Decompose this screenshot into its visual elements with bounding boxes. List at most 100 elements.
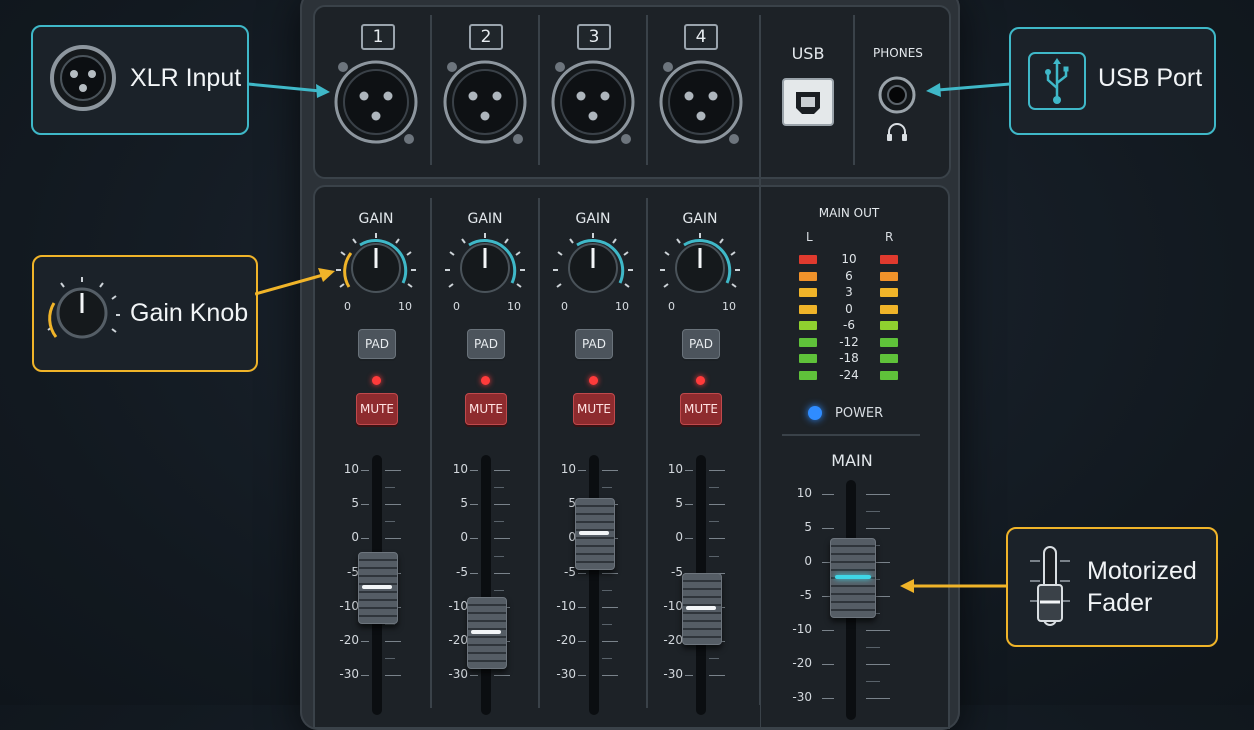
- main-fader-scale-tick: [866, 494, 890, 495]
- mute-button[interactable]: MUTE: [680, 393, 722, 425]
- fader-scale-minor-tick: [602, 658, 612, 660]
- callout-label: Motorized: [1087, 557, 1197, 585]
- pad-button[interactable]: PAD: [467, 329, 505, 359]
- fader-scale-label: 10: [667, 462, 683, 476]
- meter-segment: [880, 288, 898, 297]
- fader-scale-minor-tick: [494, 589, 504, 591]
- channel-fader-cap[interactable]: [467, 596, 507, 669]
- power-label: POWER: [835, 406, 884, 421]
- xlr-input-jack[interactable]: [551, 60, 635, 144]
- main-fader-scale-minor-tick: [866, 647, 880, 648]
- channel-fader-cap[interactable]: [575, 497, 615, 570]
- gain-label: GAIN: [467, 211, 503, 227]
- fader-scale-tick: [385, 470, 401, 471]
- callout-label: XLR Input: [130, 64, 242, 92]
- fader-scale-tick: [709, 675, 725, 677]
- fader-scale-label: 10: [343, 462, 359, 476]
- meter-level-label: 10: [841, 252, 857, 266]
- gain-label: GAIN: [575, 211, 611, 227]
- divider: [430, 15, 432, 165]
- fader-scale-tick: [470, 504, 478, 506]
- gain-min-label: 0: [561, 300, 568, 313]
- usb-b-port-icon[interactable]: [782, 78, 834, 126]
- fader-scale-tick: [578, 572, 586, 574]
- mute-button[interactable]: MUTE: [356, 393, 398, 425]
- main-fader-scale-label: 5: [804, 520, 812, 534]
- meter-level-label: 3: [845, 285, 853, 299]
- fader-scale-tick: [602, 641, 618, 642]
- arrow-icon: [926, 82, 1010, 97]
- divider: [646, 198, 648, 708]
- fader-scale-label: 5: [675, 496, 683, 511]
- mute-button[interactable]: MUTE: [465, 393, 507, 425]
- fader-scale-tick: [709, 470, 725, 471]
- gain-knob[interactable]: [336, 230, 416, 302]
- fader-scale-minor-tick: [709, 658, 719, 660]
- gain-knob[interactable]: [553, 230, 633, 302]
- meter-segment: [880, 255, 898, 264]
- fader-scale-minor-tick: [709, 555, 719, 557]
- divider: [782, 434, 920, 436]
- fader-indicator: [579, 530, 609, 535]
- fader-scale-label: 0: [568, 530, 576, 545]
- gain-knob[interactable]: [660, 230, 740, 302]
- fader-scale-tick: [602, 572, 618, 574]
- mute-led: [696, 376, 705, 385]
- divider: [430, 198, 432, 708]
- fader-scale-tick: [494, 675, 510, 677]
- channel-number: 3: [577, 24, 611, 50]
- meter-level-label: -6: [843, 318, 855, 332]
- fader-indicator: [686, 605, 716, 610]
- main-fader-scale-label: -20: [792, 656, 812, 670]
- meter-segment: [799, 321, 817, 330]
- fader-scale-label: -5: [564, 564, 576, 579]
- phones-jack[interactable]: [878, 76, 916, 114]
- main-fader-scale-label: -5: [800, 588, 812, 602]
- channel-fader-cap[interactable]: [358, 552, 398, 625]
- fader-scale-label: -20: [448, 633, 468, 647]
- main-fader-scale-tick: [822, 664, 834, 665]
- fader-scale-tick: [361, 675, 369, 677]
- fader-scale-minor-tick: [494, 521, 504, 523]
- fader-scale-label: -20: [556, 633, 576, 647]
- gain-knob[interactable]: [445, 230, 525, 302]
- main-fader-scale-label: -10: [792, 622, 812, 636]
- fader-scale-minor-tick: [385, 658, 395, 660]
- fader-scale-tick: [385, 641, 401, 642]
- meter-right-label: R: [885, 230, 894, 244]
- fader-scale-label: 5: [460, 496, 468, 511]
- gain-label: GAIN: [682, 211, 718, 227]
- fader-scale-minor-tick: [602, 623, 612, 625]
- meter-level-label: -12: [839, 334, 859, 349]
- fader-scale-label: -5: [347, 564, 359, 579]
- xlr-input-jack[interactable]: [334, 60, 418, 144]
- arrow-icon: [248, 82, 330, 98]
- main-fader-scale-tick: [866, 528, 890, 529]
- pad-button[interactable]: PAD: [575, 329, 613, 359]
- mute-button[interactable]: MUTE: [573, 393, 615, 425]
- channel-fader-cap[interactable]: [682, 572, 722, 645]
- fader-scale-minor-tick: [385, 623, 395, 625]
- gain-min-label: 0: [344, 300, 351, 313]
- fader-scale-tick: [602, 470, 618, 471]
- fader-scale-minor-tick: [385, 521, 395, 523]
- meter-segment: [799, 271, 817, 281]
- divider: [646, 15, 648, 165]
- pad-button[interactable]: PAD: [358, 329, 396, 359]
- fader-scale-label: 5: [568, 496, 576, 511]
- fader-scale-tick: [578, 470, 586, 471]
- fader-scale-tick: [470, 470, 478, 471]
- fader-scale-label: -30: [556, 667, 576, 682]
- fader-scale-label: -10: [663, 598, 683, 613]
- fader-scale-label: -20: [663, 633, 683, 647]
- main-fader-cap[interactable]: [830, 537, 876, 618]
- main-fader-scale-tick: [866, 664, 890, 665]
- fader-scale-label: 5: [351, 496, 359, 511]
- fader-indicator: [835, 574, 871, 579]
- fader-scale-tick: [685, 538, 693, 540]
- fader-scale-label: -10: [448, 598, 468, 613]
- xlr-input-jack[interactable]: [659, 60, 743, 144]
- meter-segment: [880, 271, 898, 281]
- xlr-input-jack[interactable]: [443, 60, 527, 144]
- pad-button[interactable]: PAD: [682, 329, 720, 359]
